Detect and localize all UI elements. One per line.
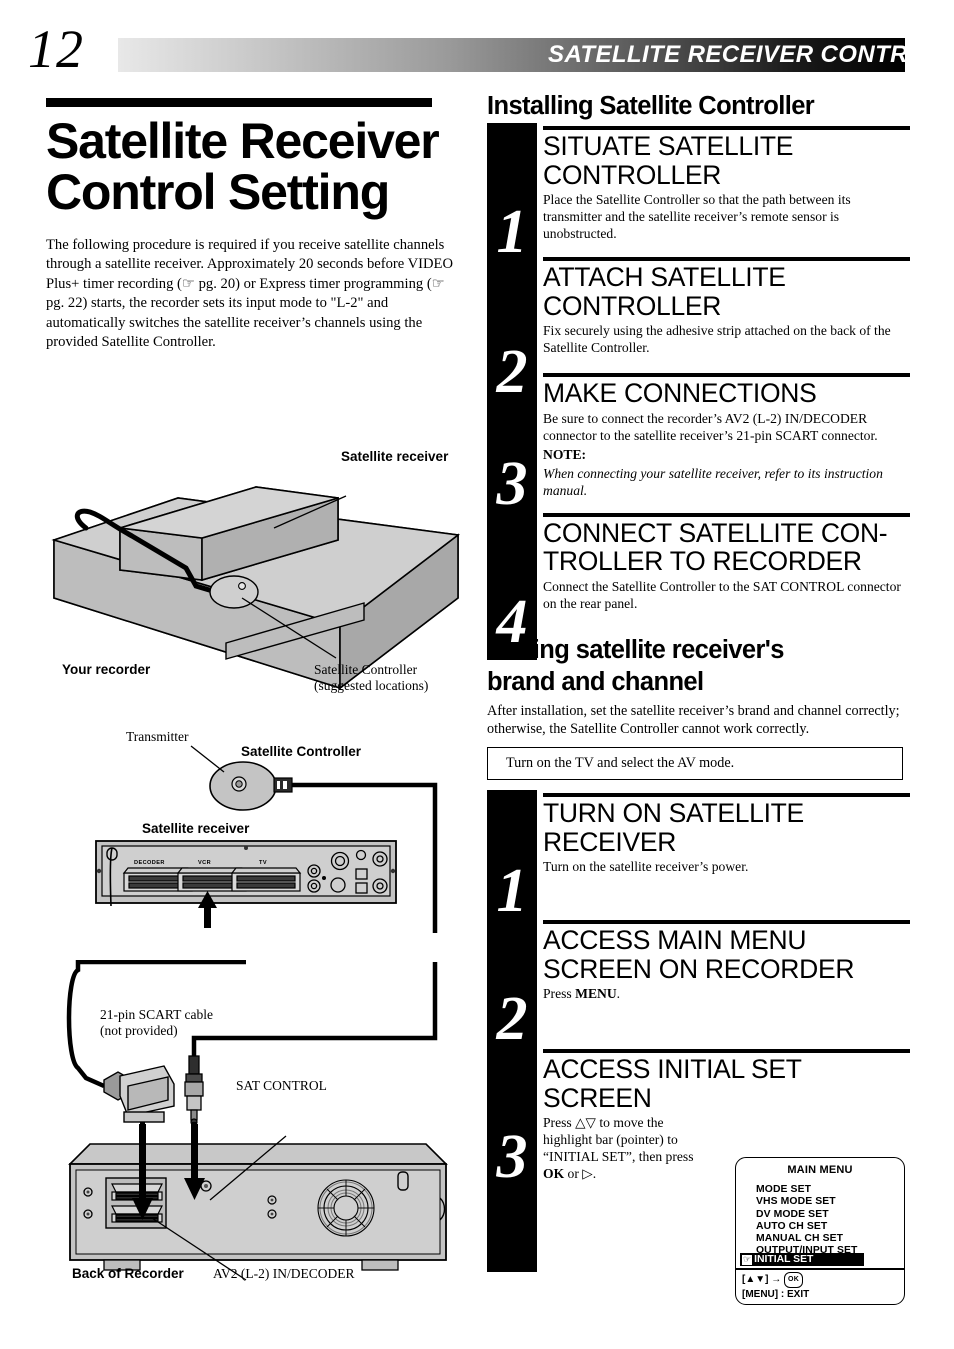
label-av2-in-decoder: AV2 (L-2) IN/DECODER — [213, 1266, 355, 1281]
step-number-3: 3 — [496, 450, 528, 518]
body-line-4-rest: or ▷. — [564, 1166, 597, 1182]
label-scart-cable-line2: (not provided) — [100, 1023, 178, 1038]
osd-footer-line-1: [▲▼] → OK — [742, 1272, 809, 1288]
step-number-2: 2 — [496, 338, 528, 406]
step-body: Fix securely using the adhesive strip at… — [543, 323, 891, 355]
osd-item-dv-mode-set[interactable]: DV MODE SET — [756, 1209, 904, 1221]
step-rule — [543, 512, 910, 517]
osd-title: MAIN MENU — [787, 1164, 853, 1176]
label-transmitter: Transmitter — [126, 729, 189, 744]
body-line-2: highlight bar (pointer) to — [543, 1132, 678, 1148]
step2-number-2: 2 — [496, 985, 528, 1054]
intro-paragraph: The following procedure is required if y… — [46, 237, 454, 351]
label-your-recorder: Your recorder — [62, 662, 151, 677]
step-title: MAKE CONNECTIONS — [543, 378, 817, 408]
steps-group-setting: 1 2 3 TURN ON SATELLITE RECEIVER Turn on… — [487, 790, 912, 1273]
step2-number-3: 3 — [496, 1123, 528, 1192]
label-sat-control: SAT CONTROL — [236, 1078, 327, 1093]
step-rule — [543, 1049, 910, 1054]
label-back-of-recorder: Back of Recorder — [72, 1266, 184, 1281]
osd-item-initial-set-highlighted[interactable]: ☞ INITIAL SET — [740, 1253, 864, 1266]
body-line-3: “INITIAL SET”, then press — [543, 1149, 694, 1165]
step-title: TURN ON SATELLITE RECEIVER — [543, 798, 804, 857]
left-column: Satellite Receiver Control Setting The f… — [46, 98, 474, 352]
osd-divider — [736, 1268, 904, 1270]
osd-main-menu-screen: MAIN MENU MODE SET VHS MODE SET DV MODE … — [735, 1157, 905, 1305]
right-column: Installing Satellite Controller 1 2 3 4 … — [487, 92, 912, 1273]
figure-satellite-receiver-rear: Transmitter Satellite Controller Satelli… — [46, 728, 476, 933]
osd-item-mode-set[interactable]: MODE SET — [756, 1184, 904, 1196]
title-rule-divider — [46, 98, 432, 107]
step-title: CONNECT SATELLITE CON-TROLLER TO RECORDE… — [543, 517, 888, 576]
osd-updown-keys: [▲▼] — [742, 1274, 769, 1285]
steps-group-installing: 1 2 3 4 SITUATE SATELLITE CONTROLLER Pla… — [487, 123, 912, 660]
step-attach-controller: ATTACH SATELLITE CONTROLLER Fix securely… — [543, 254, 912, 356]
step-rule — [543, 126, 910, 130]
osd-footer-line-2: [MENU] : EXIT — [742, 1288, 810, 1300]
step-body: Place the Satellite Controller so that t… — [543, 192, 851, 241]
step-title: ACCESS INITIAL SET SCREEN — [543, 1054, 802, 1113]
port-label-vcr: VCR — [198, 860, 212, 866]
menu-key-label: MENU — [575, 986, 617, 1002]
osd-footer: [▲▼] → OK [MENU] : EXIT — [742, 1272, 809, 1301]
step-title: ACCESS MAIN MENU SCREEN ON RECORDER — [543, 925, 855, 984]
body-period: . — [616, 986, 621, 1002]
step-body: Press △▽ to move the highlight bar (poin… — [543, 1114, 743, 1182]
press-word: Press — [543, 986, 576, 1002]
note-heading: NOTE: — [543, 446, 587, 462]
step-number-bar-2: 1 2 3 — [487, 790, 537, 1273]
osd-highlighted-label: INITIAL SET — [754, 1254, 814, 1265]
osd-item-auto-ch-set[interactable]: AUTO CH SET — [756, 1221, 904, 1233]
label-satellite-controller-line2: (suggested locations) — [314, 678, 429, 693]
step-make-connections: MAKE CONNECTIONS Be sure to connect the … — [543, 370, 912, 499]
label-controller: Satellite Controller — [241, 744, 362, 759]
arrow-right-icon: → — [771, 1274, 782, 1285]
turn-on-tv-callout: Turn on the TV and select the AV mode. — [487, 747, 903, 781]
step-turn-on-receiver: TURN ON SATELLITE RECEIVER Turn on the s… — [543, 790, 912, 875]
body-line-1: Press △▽ to move the — [543, 1115, 664, 1131]
section2-intro: After installation, set the satellite re… — [487, 702, 900, 737]
page-title: Satellite Receiver Control Setting — [46, 113, 440, 220]
step-rule — [543, 920, 910, 925]
step-body: Press MENU. — [543, 985, 908, 1002]
step-body: Connect the Satellite Controller to the … — [543, 578, 901, 611]
step-body: Be sure to connect the recorder’s AV2 (L… — [543, 410, 878, 443]
header-section-title: SATELLITE RECEIVER CONTROL — [548, 41, 942, 68]
step-number-bar-1: 1 2 3 4 — [487, 123, 537, 660]
page-number: 12 — [28, 19, 84, 79]
osd-item-vhs-mode-set[interactable]: VHS MODE SET — [756, 1196, 904, 1208]
step-number-1: 1 — [496, 198, 528, 266]
step-title: SITUATE SATELLITE CONTROLLER — [543, 131, 794, 190]
ok-key-label: OK — [543, 1166, 565, 1182]
label-satellite-controller-line1: Satellite Controller — [314, 662, 418, 677]
page-header: 12 SATELLITE RECEIVER CONTROL — [0, 0, 954, 95]
step-rule — [543, 373, 910, 377]
step-body: Turn on the satellite receiver’s power. — [543, 859, 749, 875]
osd-ok-key-icon: OK — [784, 1272, 804, 1288]
section-heading-installing: Installing Satellite Controller — [487, 92, 815, 120]
figure-suggested-locations: Satellite receiver Your recorder Satelli… — [46, 440, 476, 695]
figure-recorder-rear: 21-pin SCART cable (not provided) SAT CO… — [46, 959, 476, 1290]
osd-menu-list: MODE SET VHS MODE SET DV MODE SET AUTO C… — [756, 1184, 904, 1258]
label-satellite-receiver: Satellite receiver — [341, 449, 449, 464]
port-label-decoder: DECODER — [134, 860, 165, 866]
label-scart-cable-line1: 21-pin SCART cable — [100, 1007, 213, 1022]
section-heading-setting-line1: Setting satellite receiver's — [487, 635, 784, 664]
step-situate-controller: SITUATE SATELLITE CONTROLLER Place the S… — [543, 123, 912, 242]
step-rule — [543, 793, 910, 798]
label-satellite-receiver-2: Satellite receiver — [142, 821, 250, 836]
step2-number-1: 1 — [496, 857, 528, 926]
osd-item-manual-ch-set[interactable]: MANUAL CH SET — [756, 1233, 904, 1245]
figure-1-svg — [51, 486, 461, 690]
port-label-tv: TV — [259, 860, 267, 866]
step-connect-controller-to-recorder: CONNECT SATELLITE CON-TROLLER TO RECORDE… — [543, 510, 912, 612]
section-heading-setting-line2: brand and channel — [487, 667, 704, 696]
note-body: When connecting your satellite receiver,… — [543, 465, 883, 498]
pointer-hand-icon: ☞ — [742, 1254, 753, 1265]
step-rule — [543, 257, 910, 261]
step-access-main-menu: ACCESS MAIN MENU SCREEN ON RECORDER Pres… — [543, 917, 912, 1002]
step-title: ATTACH SATELLITE CONTROLLER — [543, 262, 786, 321]
step-number-4: 4 — [496, 588, 528, 656]
